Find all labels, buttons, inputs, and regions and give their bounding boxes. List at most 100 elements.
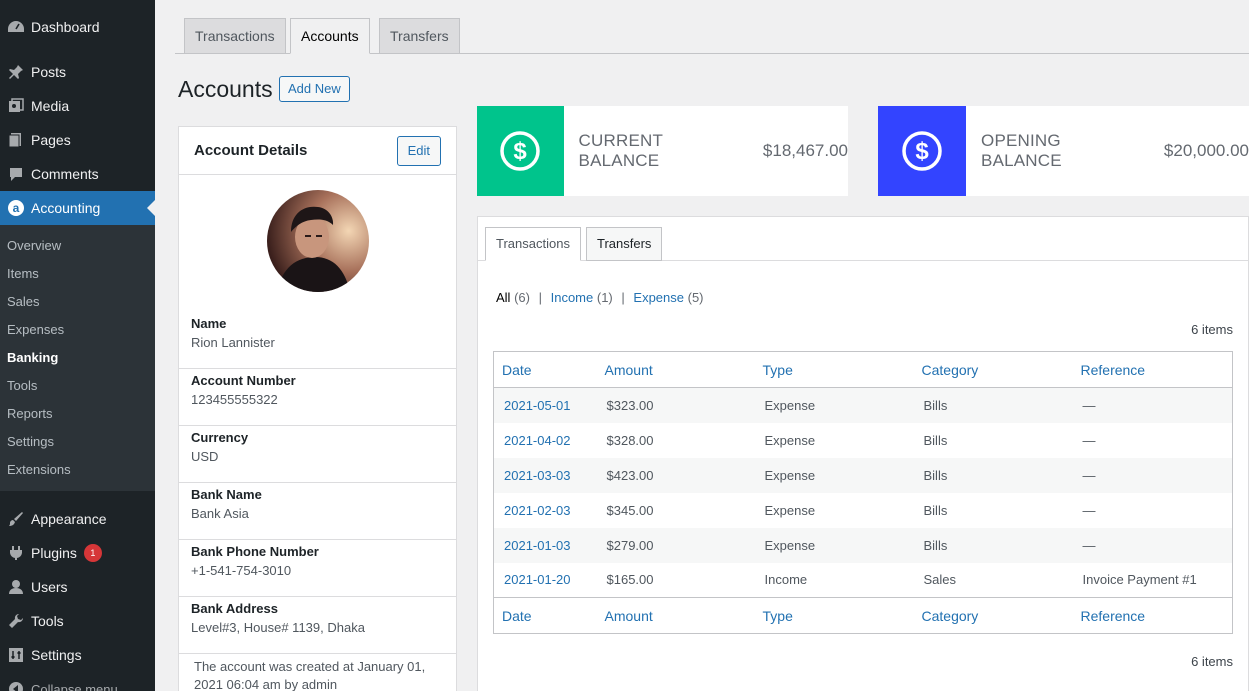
panel-tab-transactions[interactable]: Transactions: [485, 227, 581, 261]
opening-balance-card: $ OPENING BALANCE $20,000.00: [878, 106, 1249, 196]
collapse-icon: [4, 679, 28, 691]
col-amount[interactable]: Amount: [596, 351, 755, 388]
cell-category: Bills: [923, 502, 948, 518]
menu-tools[interactable]: Tools: [0, 604, 155, 638]
cell-category: Sales: [923, 572, 957, 588]
table-row[interactable]: 2021-02-03 $345.00 Expense Bills —: [494, 493, 1233, 528]
menu-pages[interactable]: Pages: [0, 123, 155, 157]
cell-reference: —: [1082, 537, 1096, 553]
table-body: 2021-05-01 $323.00 Expense Bills —2021-04-02…: [493, 387, 1233, 598]
cell-reference: —: [1082, 467, 1096, 483]
dashboard-icon: [4, 17, 28, 37]
col-type[interactable]: Type: [754, 597, 914, 634]
menu-settings[interactable]: Settings: [0, 638, 155, 672]
menu-users[interactable]: Users: [0, 570, 155, 604]
table-footer-row: Date Amount Type Category Reference: [493, 597, 1233, 634]
collapse-menu[interactable]: Collapse menu: [0, 672, 155, 691]
filter-count: (5): [687, 290, 704, 305]
cell-category: Bills: [923, 537, 948, 553]
filter-separator: |: [621, 290, 625, 305]
cell-date[interactable]: 2021-03-03: [494, 458, 597, 493]
menu-comments[interactable]: Comments: [0, 157, 155, 191]
menu-label: Appearance: [31, 511, 107, 527]
table-row[interactable]: 2021-01-03 $279.00 Expense Bills —: [493, 527, 1233, 563]
submenu-settings[interactable]: Settings: [0, 428, 155, 456]
tab-accounts[interactable]: Accounts: [290, 18, 370, 54]
balance-value: $20,000.00: [1163, 141, 1249, 160]
cell-amount: $165.00: [606, 572, 654, 588]
cell-amount: $423.00: [606, 467, 654, 483]
menu-posts[interactable]: Posts: [0, 55, 155, 89]
field-label: Bank Phone Number: [191, 544, 319, 559]
field-currency: Currency USD: [179, 426, 456, 483]
menu-media[interactable]: Media: [0, 89, 155, 123]
table-row[interactable]: 2021-03-03 $423.00 Expense Bills —: [493, 457, 1233, 493]
submenu-banking[interactable]: Banking: [0, 344, 155, 372]
tab-transactions[interactable]: Transactions: [184, 18, 286, 54]
pin-icon: [4, 62, 28, 82]
cell-date[interactable]: 2021-05-01: [494, 388, 597, 423]
field-value: Level#3, House# 1139, Dhaka: [191, 620, 365, 635]
settings-icon: [4, 645, 28, 665]
items-count-bottom: 6 items: [1191, 654, 1233, 669]
panel-tab-transfers[interactable]: Transfers: [586, 227, 663, 261]
col-reference[interactable]: Reference: [1072, 597, 1233, 634]
col-date[interactable]: Date: [493, 597, 597, 634]
top-tabs: Transactions Accounts Transfers: [175, 18, 1249, 54]
menu-label: Users: [31, 579, 68, 595]
submenu-tools[interactable]: Tools: [0, 372, 155, 400]
filter-income[interactable]: Income: [551, 290, 594, 305]
submenu-expenses[interactable]: Expenses: [0, 316, 155, 344]
submenu-sales[interactable]: Sales: [0, 288, 155, 316]
field-label: Account Number: [191, 373, 296, 388]
menu-appearance[interactable]: Appearance: [0, 502, 155, 536]
col-amount[interactable]: Amount: [596, 597, 755, 634]
svg-text:$: $: [915, 138, 929, 165]
balance-label: OPENING BALANCE: [981, 131, 1062, 170]
submenu-reports[interactable]: Reports: [0, 400, 155, 428]
transactions-table: Date Amount Type Category Reference 2021…: [493, 351, 1233, 634]
menu-label: Media: [31, 98, 70, 114]
menu-label: Pages: [31, 132, 71, 148]
cell-reference: —: [1082, 432, 1096, 448]
cell-type: Income: [764, 572, 808, 588]
field-value: USD: [191, 449, 219, 464]
tab-transfers[interactable]: Transfers: [379, 18, 460, 54]
menu-plugins[interactable]: Plugins 1: [0, 536, 155, 570]
accounting-submenu: Overview Items Sales Expenses Banking To…: [0, 225, 155, 491]
table-row[interactable]: 2021-04-02 $328.00 Expense Bills —: [494, 423, 1233, 458]
col-category[interactable]: Category: [913, 597, 1073, 634]
col-category[interactable]: Category: [913, 351, 1073, 388]
col-date[interactable]: Date: [493, 351, 597, 388]
cell-category: Bills: [923, 467, 948, 483]
user-icon: [4, 577, 28, 597]
table-row[interactable]: 2021-05-01 $323.00 Expense Bills —: [493, 387, 1233, 423]
submenu-overview[interactable]: Overview: [0, 232, 155, 260]
plugin-icon: [4, 543, 28, 563]
transactions-panel: Transactions Transfers All (6) | Income …: [477, 216, 1249, 691]
submenu-extensions[interactable]: Extensions: [0, 456, 155, 484]
cell-date[interactable]: 2021-04-02: [494, 423, 597, 458]
cell-amount: $345.00: [606, 502, 654, 518]
filter-count: (1): [596, 290, 613, 305]
cell-category: Bills: [923, 397, 948, 413]
table-row[interactable]: 2021-01-20 $165.00 Income Sales Invoice Paym…: [494, 563, 1233, 598]
edit-button[interactable]: Edit: [396, 135, 441, 166]
dollar-icon: $: [878, 106, 967, 196]
menu-dashboard[interactable]: Dashboard: [0, 10, 155, 44]
submenu-items[interactable]: Items: [0, 260, 155, 288]
col-type[interactable]: Type: [754, 351, 914, 388]
wrench-icon: [4, 611, 28, 631]
cell-date[interactable]: 2021-01-03: [494, 528, 597, 563]
avatar: [267, 190, 369, 292]
filter-expense[interactable]: Expense: [633, 290, 684, 305]
field-value: Rion Lannister: [191, 335, 275, 350]
cell-category: Bills: [923, 432, 948, 448]
add-new-button[interactable]: Add New: [279, 76, 350, 102]
col-reference[interactable]: Reference: [1072, 351, 1233, 388]
cell-date[interactable]: 2021-01-20: [494, 563, 597, 598]
items-count-top: 6 items: [1191, 322, 1233, 337]
menu-accounting[interactable]: a Accounting: [0, 191, 155, 225]
cell-date[interactable]: 2021-02-03: [494, 493, 597, 528]
filter-all[interactable]: All: [496, 290, 510, 305]
